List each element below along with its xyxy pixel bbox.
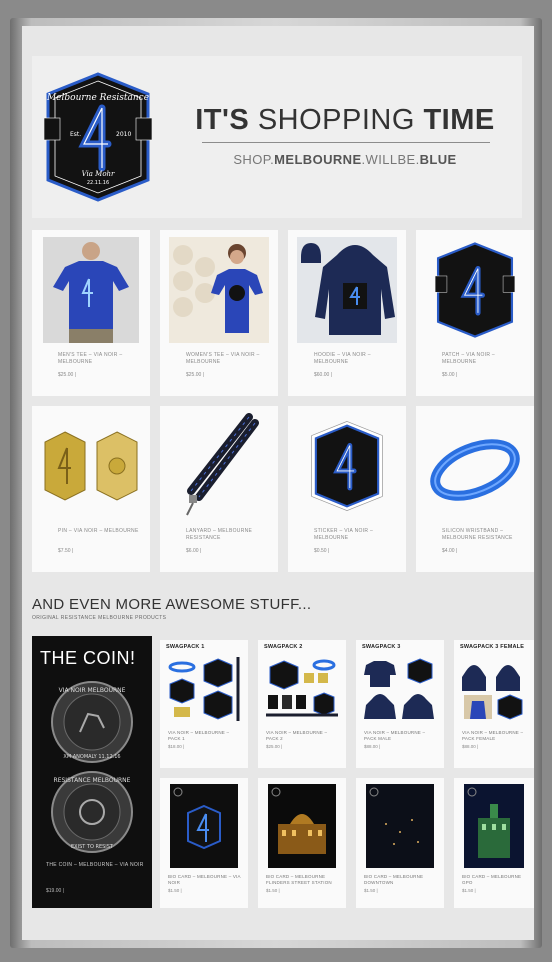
swagpack-3-image [362, 656, 438, 722]
coin-ring-top-bottom: XM ANOMALY 11.12.16 [63, 754, 120, 760]
coin-image: VIA NOIR MELBOURNE XM ANOMALY 11.12.16 R… [51, 681, 133, 853]
resistance-badge-logo: Melbourne Resistance Est. 2010 Via Mohr … [44, 72, 152, 202]
product-name: THE COIN – MELBOURNE – VIA NOIR [46, 862, 144, 868]
swagpack-title: SWAGPACK 3 FEMALE [460, 644, 525, 650]
womens-tee-image [168, 236, 270, 344]
product-price: $60.00 | [314, 372, 332, 378]
swagpack-title: SWAGPACK 2 [264, 644, 303, 650]
product-name: HOODIE – VIA NOIR – MELBOURNE [314, 352, 371, 365]
product-name: PATCH – VIA NOIR – MELBOURNE [442, 352, 496, 365]
product-card-patch[interactable]: PATCH – VIA NOIR – MELBOURNE $5.00 | [416, 230, 534, 396]
product-price: $1.50 | [168, 888, 182, 893]
product-price: $18.00 | [168, 744, 185, 749]
product-price: $5.00 | [442, 372, 458, 378]
product-price: $0.50 | [314, 548, 330, 554]
wristband-image [424, 412, 526, 520]
sticker-image [296, 412, 398, 520]
hero-divider [202, 142, 490, 143]
product-name: MEN'S TEE – VIA NOIR – MELBOURNE [58, 352, 123, 365]
section-subtitle: ORIGINAL RESISTANCE MELBOURNE PRODUCTS [32, 615, 167, 621]
hero-title: IT'S SHOPPING TIME [180, 104, 510, 137]
biocard-flinders-image [268, 784, 336, 868]
product-card-wristband[interactable]: SILICON WRISTBAND – MELBOURNE RESISTANCE… [416, 406, 534, 572]
url-part-3: .WILLBE. [361, 152, 420, 167]
badge-bottom-text-2: 22.11.16 [87, 180, 109, 186]
product-name: VIA NOIR – MELBOURNE – PACK FEMALE [462, 730, 524, 741]
badge-bottom-text-1: Via Mohr [82, 170, 115, 178]
swagpack-3-card[interactable]: SWAGPACK 3 VIA NOIR – MELBOURNE – PACK M… [356, 640, 444, 768]
product-price: $88.00 | [364, 744, 381, 749]
url-part-2: MELBOURNE [274, 152, 362, 167]
product-price: $25.00 | [58, 372, 76, 378]
product-card-pin[interactable]: PIN – VIA NOIR – MELBOURNE $7.50 | [32, 406, 150, 572]
product-name: BIO CARD – MELBOURNE FLINDERS STREET STA… [266, 874, 332, 885]
coin-product-card[interactable]: THE COIN! VIA NOIR MELBOURNE XM ANOMALY … [32, 636, 152, 908]
product-card-mens-tee[interactable]: MEN'S TEE – VIA NOIR – MELBOURNE $25.00 … [32, 230, 150, 396]
product-price: $1.50 | [364, 888, 378, 893]
product-price: $1.50 | [266, 888, 280, 893]
coin-ring-bottom-bottom: EXIST TO RESIST [71, 844, 114, 850]
product-name: BIO CARD – MELBOURNE – VIA NOIR [168, 874, 241, 885]
product-price: $88.00 | [462, 744, 479, 749]
hero-title-part-1: IT'S [195, 104, 250, 136]
product-price: $1.50 | [462, 888, 476, 893]
product-price: $7.50 | [58, 548, 74, 554]
product-price: $6.00 | [186, 548, 202, 554]
product-name: WOMEN'S TEE – VIA NOIR – MELBOURNE [186, 352, 260, 365]
biocard-via-noir-card[interactable]: BIO CARD – MELBOURNE – VIA NOIR $1.50 | [160, 778, 248, 908]
url-part-4: BLUE [419, 152, 457, 167]
section-title: AND EVEN MORE AWESOME STUFF... [32, 596, 312, 613]
biocard-downtown-card[interactable]: BIO CARD – MELBOURNE DOWNTOWN $1.50 | [356, 778, 444, 908]
swagpack-1-image [166, 656, 242, 722]
mens-tee-image [40, 236, 142, 344]
badge-top-text: Melbourne Resistance [46, 93, 149, 103]
swagpack-3-female-image [460, 656, 528, 722]
product-name: PIN – VIA NOIR – MELBOURNE [58, 528, 139, 534]
product-name: BIO CARD – MELBOURNE DOWNTOWN [364, 874, 424, 885]
product-price: $4.00 | [442, 548, 458, 554]
pin-image [40, 412, 142, 520]
product-name: LANYARD – MELBOURNE RESISTANCE [186, 528, 253, 541]
product-name: VIA NOIR – MELBOURNE – PACK 2 [266, 730, 328, 741]
badge-est-text: Est. [70, 131, 81, 138]
coin-title: THE COIN! [40, 648, 136, 668]
swagpack-1-card[interactable]: SWAGPACK 1 VIA NOIR – MELBOURNE – PACK 1… [160, 640, 248, 768]
lanyard-image [168, 412, 270, 520]
product-price: $25.00 | [266, 744, 283, 749]
product-name: VIA NOIR – MELBOURNE – PACK 1 [168, 730, 230, 741]
product-name: BIO CARD – MELBOURNE GPO [462, 874, 522, 885]
hero-title-bold: TIME [423, 104, 495, 136]
hero-shop-url[interactable]: SHOP.MELBOURNE.WILLBE.BLUE [180, 152, 510, 167]
product-card-sticker[interactable]: STICKER – VIA NOIR – MELBOURNE $0.50 | [288, 406, 406, 572]
product-price: $19.00 | [46, 888, 64, 894]
biocard-downtown-image [366, 784, 434, 868]
product-card-lanyard[interactable]: LANYARD – MELBOURNE RESISTANCE $6.00 | [160, 406, 278, 572]
swagpack-title: SWAGPACK 1 [166, 644, 205, 650]
product-name: VIA NOIR – MELBOURNE – PACK MALE [364, 730, 426, 741]
product-name: STICKER – VIA NOIR – MELBOURNE [314, 528, 374, 541]
patch-image [424, 236, 526, 344]
coin-ring-bottom: RESISTANCE MELBOURNE [54, 777, 131, 784]
hero-banner: Melbourne Resistance Est. 2010 Via Mohr … [32, 56, 522, 218]
product-card-womens-tee[interactable]: WOMEN'S TEE – VIA NOIR – MELBOURNE $25.0… [160, 230, 278, 396]
badge-year-text: 2010 [116, 131, 131, 138]
biocard-via-noir-image [170, 784, 238, 868]
product-price: $25.00 | [186, 372, 204, 378]
biocard-gpo-card[interactable]: BIO CARD – MELBOURNE GPO $1.50 | [454, 778, 534, 908]
url-part-1: SHOP. [233, 152, 275, 167]
product-card-hoodie[interactable]: HOODIE – VIA NOIR – MELBOURNE $60.00 | [288, 230, 406, 396]
swagpack-2-card[interactable]: SWAGPACK 2 VIA NOIR – MELBOURNE – PACK 2… [258, 640, 346, 768]
shop-screen: Melbourne Resistance Est. 2010 Via Mohr … [22, 26, 534, 940]
coin-ring-top: VIA NOIR MELBOURNE [59, 687, 126, 694]
product-name: SILICON WRISTBAND – MELBOURNE RESISTANCE [442, 528, 513, 541]
biocard-gpo-image [464, 784, 524, 868]
swagpack-3-female-card[interactable]: SWAGPACK 3 FEMALE VIA NOIR – MELBOURNE –… [454, 640, 534, 768]
hero-title-part-2: SHOPPING [257, 104, 415, 136]
hoodie-image [296, 236, 398, 344]
swagpack-2-image [264, 656, 340, 722]
biocard-flinders-card[interactable]: BIO CARD – MELBOURNE FLINDERS STREET STA… [258, 778, 346, 908]
swagpack-title: SWAGPACK 3 [362, 644, 401, 650]
